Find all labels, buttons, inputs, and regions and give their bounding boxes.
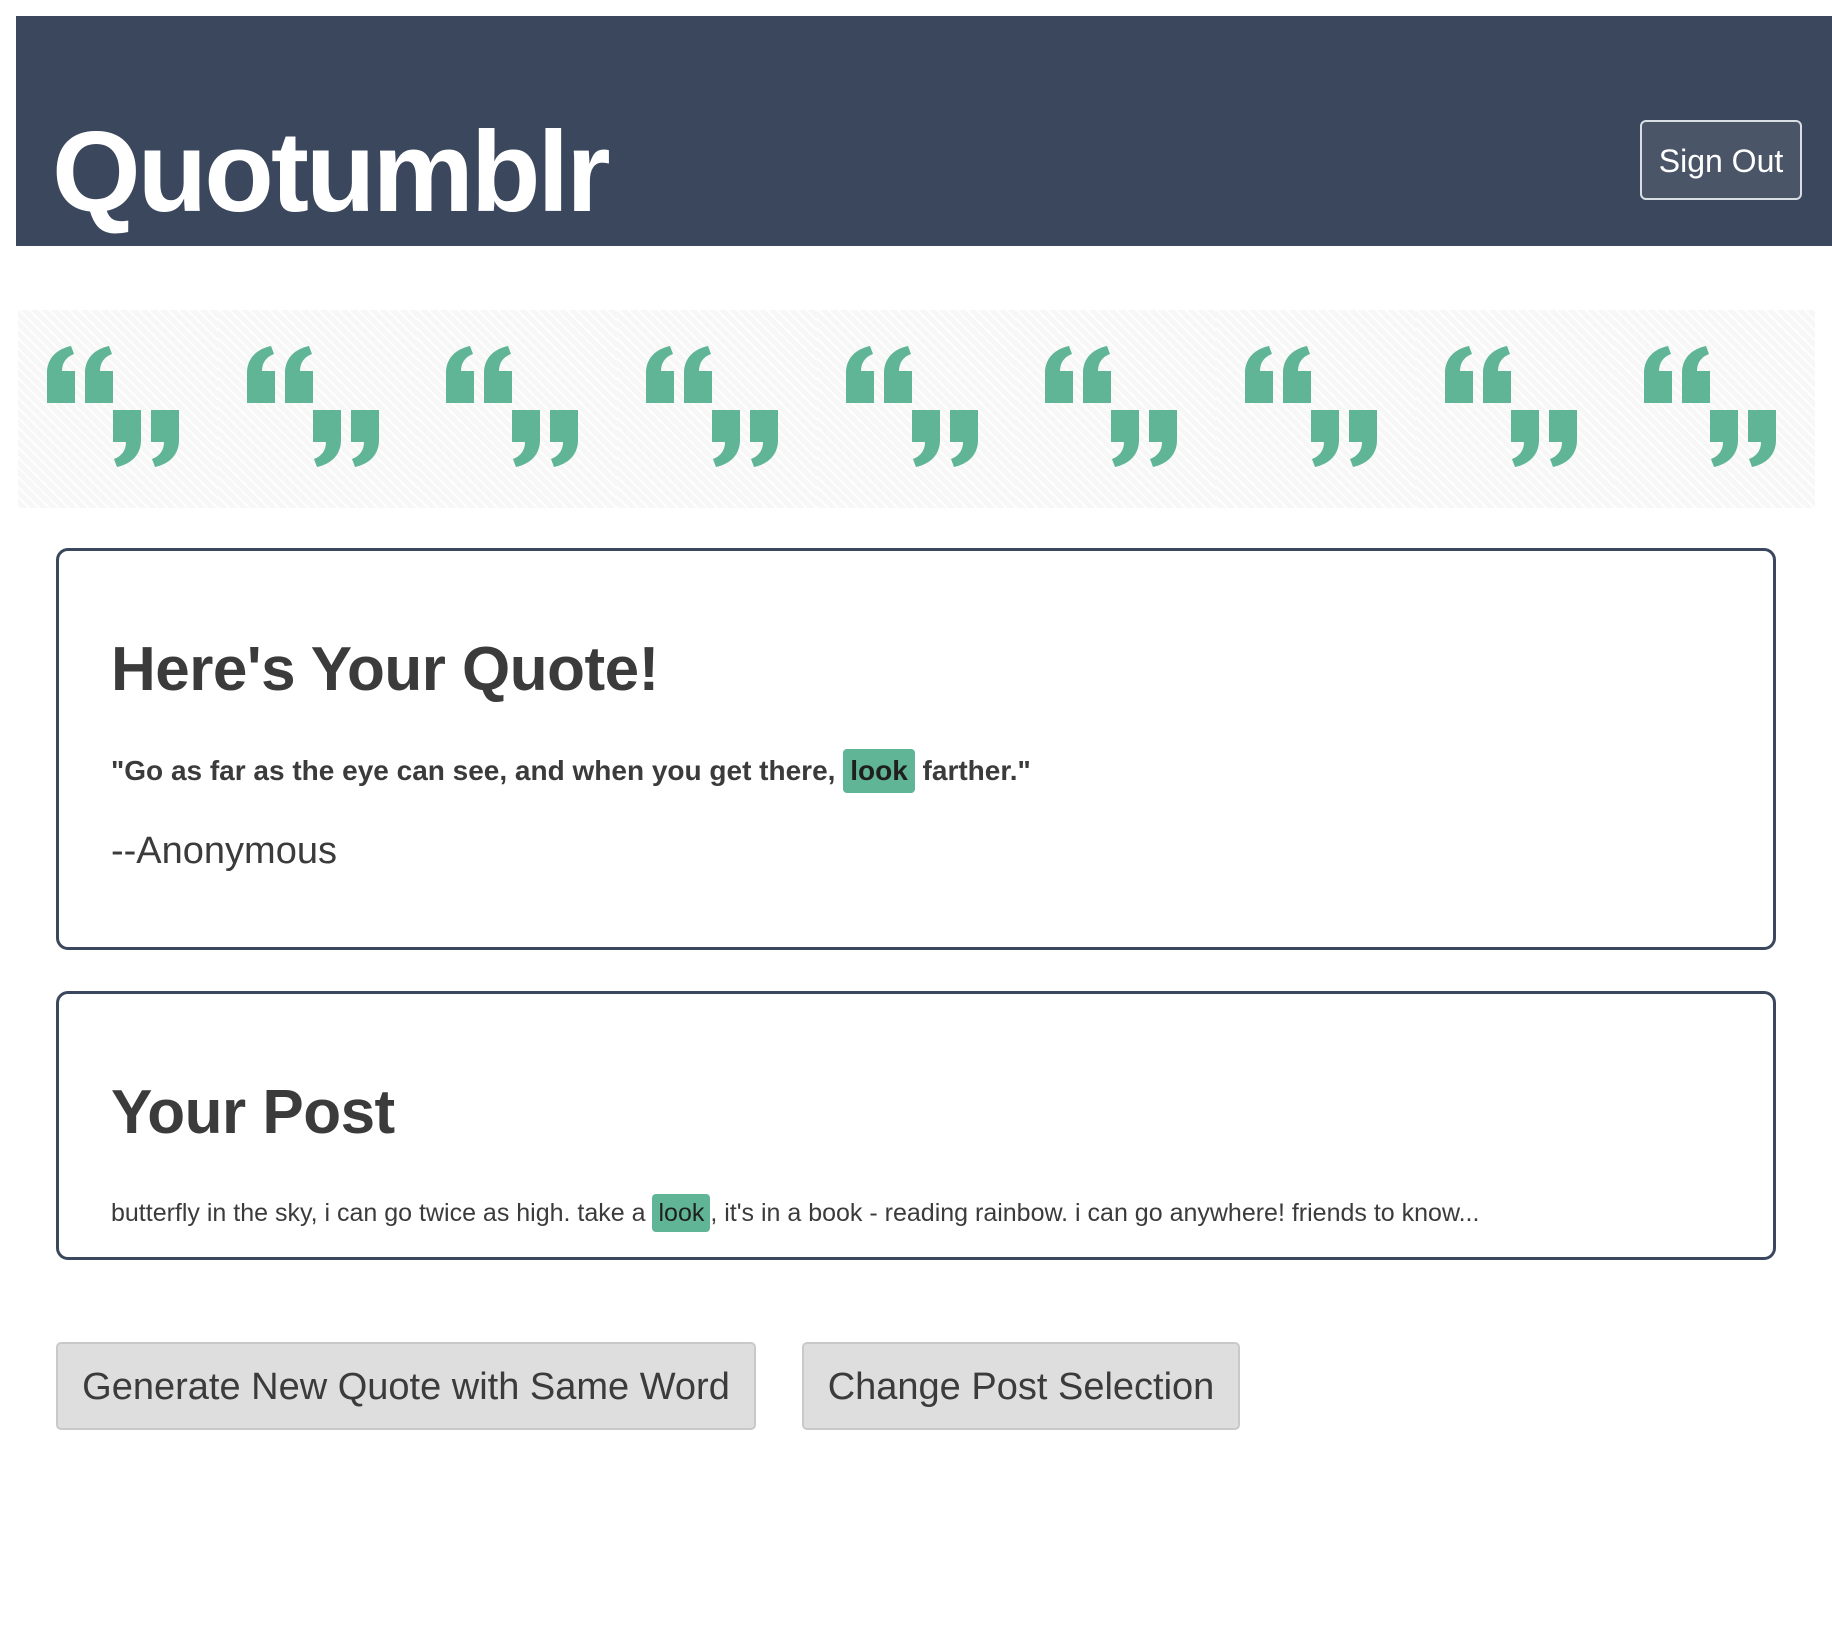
post-heading: Your Post	[111, 1078, 395, 1147]
quote-marks-icon	[246, 346, 379, 467]
quote-tile	[18, 310, 218, 508]
quote-marks-icon	[646, 346, 779, 467]
post-text: butterfly in the sky, i can go twice as …	[111, 1192, 1479, 1234]
quote-marks-icon	[1245, 346, 1378, 467]
post-text-after: , it's in a book - reading rainbow. i ca…	[710, 1199, 1480, 1227]
page: Quotumblr Sign Out Here's Your Quote! "G…	[0, 0, 1832, 1640]
quote-highlight-word: look	[843, 749, 915, 793]
quote-marks-icon	[1045, 346, 1178, 467]
quote-text-before: "Go as far as the eye can see, and when …	[111, 755, 844, 786]
generate-new-quote-button[interactable]: Generate New Quote with Same Word	[56, 1342, 756, 1430]
quote-banner	[18, 310, 1816, 508]
quote-marks-icon	[845, 346, 978, 467]
quote-tile	[417, 310, 618, 508]
quote-tile	[617, 310, 817, 508]
quote-marks-icon	[47, 346, 179, 467]
post-text-before: butterfly in the sky, i can go twice as …	[111, 1199, 653, 1227]
quote-heading: Here's Your Quote!	[111, 635, 659, 704]
sign-out-button[interactable]: Sign Out	[1640, 120, 1802, 200]
quote-marks-icon	[446, 346, 579, 467]
quote-tile	[816, 310, 1017, 508]
top-bar: Quotumblr Sign Out	[16, 16, 1832, 246]
quote-tile	[1615, 310, 1816, 508]
quote-text-after: farther."	[914, 755, 1031, 786]
app-title: Quotumblr	[52, 109, 611, 236]
change-post-selection-button[interactable]: Change Post Selection	[802, 1342, 1240, 1430]
quote-tile	[1216, 310, 1416, 508]
post-card: Your Post butterfly in the sky, i can go…	[56, 991, 1776, 1260]
quote-tile	[217, 310, 418, 508]
post-highlight-word: look	[652, 1194, 711, 1232]
quote-tile	[1016, 310, 1217, 508]
quote-marks-icon	[1644, 346, 1777, 467]
quote-card: Here's Your Quote! "Go as far as the eye…	[56, 548, 1776, 950]
quote-marks-icon	[1444, 346, 1577, 467]
quote-author: --Anonymous	[111, 830, 337, 872]
quote-tile	[1415, 310, 1616, 508]
quote-text: "Go as far as the eye can see, and when …	[111, 747, 1031, 795]
